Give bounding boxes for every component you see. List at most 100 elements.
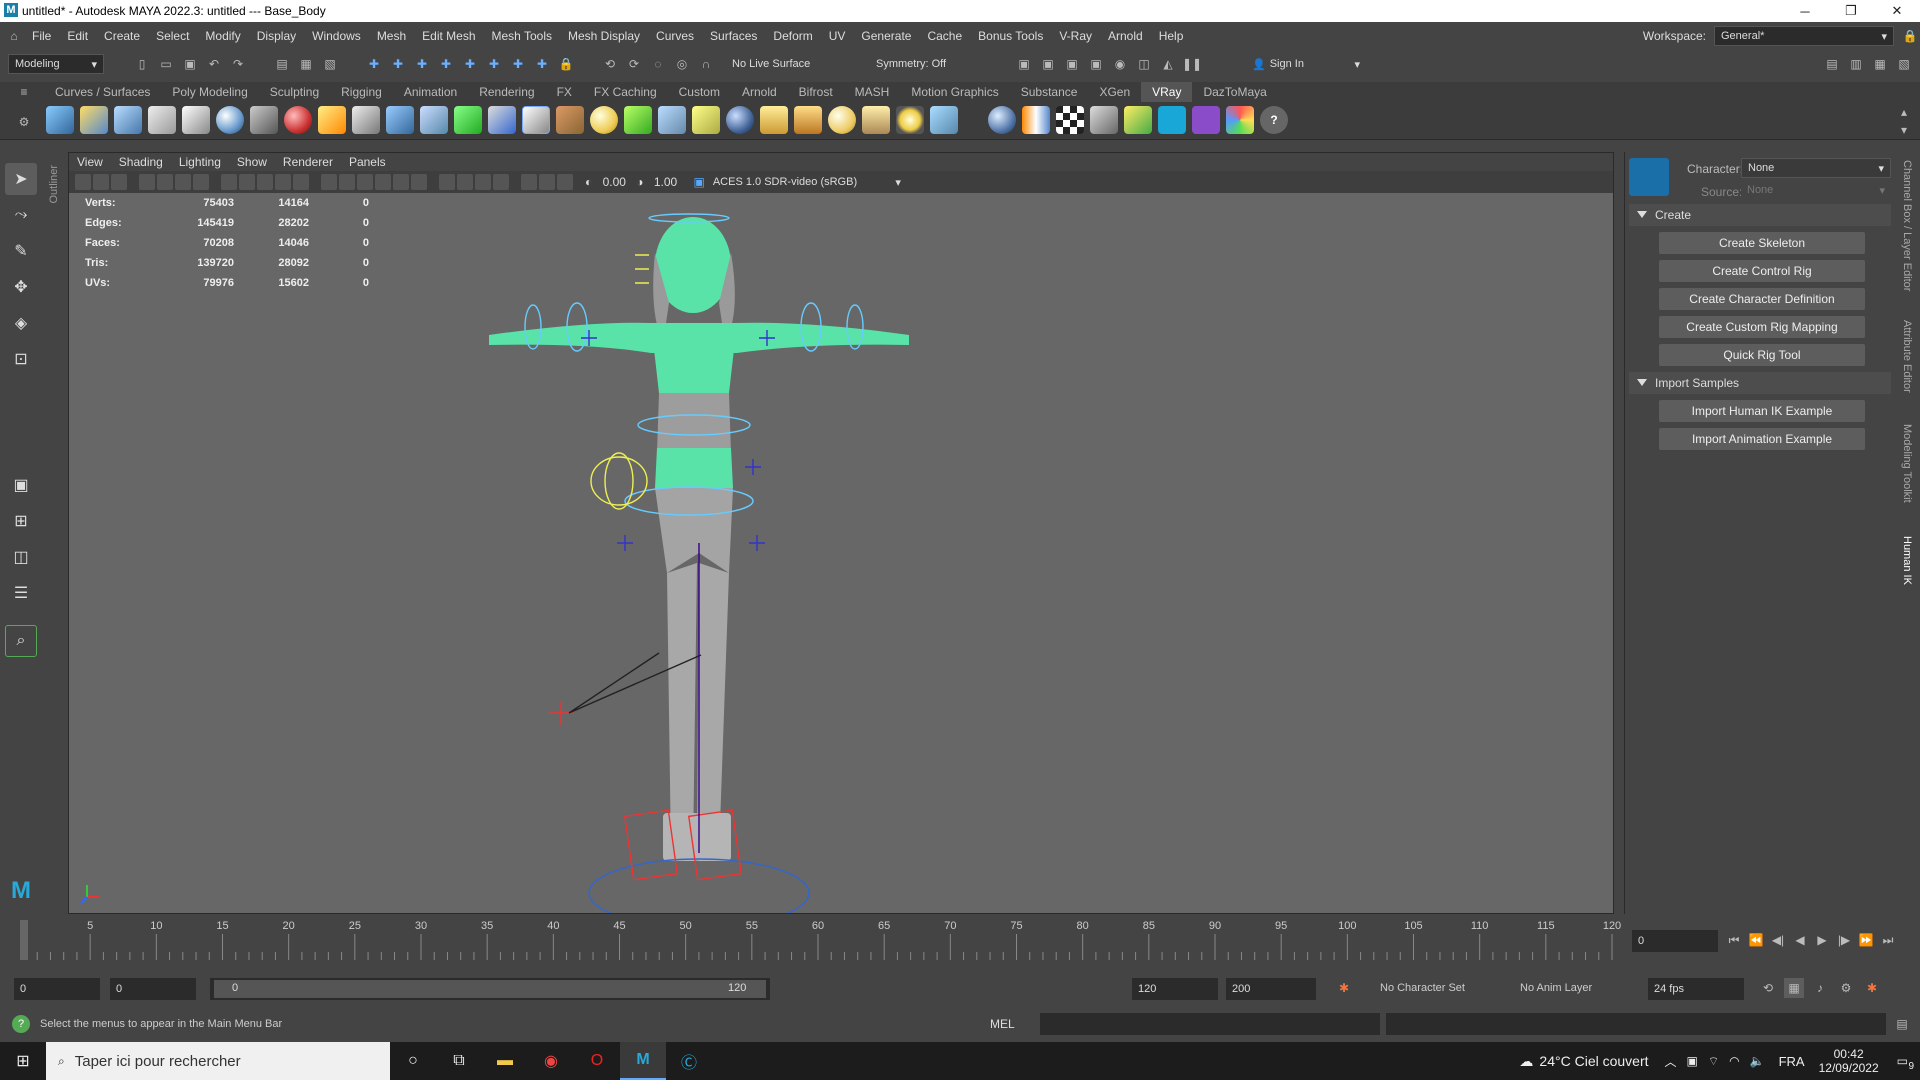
vray-spot-light-icon[interactable] [794, 106, 822, 134]
vray-render-icon[interactable] [114, 106, 142, 134]
shadows-icon[interactable] [411, 174, 427, 190]
ipr-icon[interactable]: ◎ [672, 54, 692, 74]
shelf-options-icon[interactable]: ⚙ [14, 112, 34, 132]
create-skeleton-button[interactable]: Create Skeleton [1659, 232, 1865, 254]
vray-checker-icon[interactable] [1056, 106, 1084, 134]
select-object-icon[interactable]: ▦ [296, 54, 316, 74]
vray-chaos-icon[interactable] [1192, 106, 1220, 134]
gate-mask-icon[interactable] [257, 174, 273, 190]
viewport-menu-renderer[interactable]: Renderer [275, 155, 341, 169]
menu-surfaces[interactable]: Surfaces [702, 29, 765, 43]
snap-curve-icon[interactable]: ✚ [388, 54, 408, 74]
magnet-icon[interactable]: ∩ [696, 54, 716, 74]
lock-icon[interactable]: 🔒 [1900, 26, 1920, 46]
vray-env-sphere-icon[interactable] [988, 106, 1016, 134]
snap-point-icon[interactable]: ✚ [412, 54, 432, 74]
tab-vray[interactable]: VRay [1141, 82, 1193, 102]
tab-modeling-toolkit[interactable]: Modeling Toolkit [1901, 424, 1913, 503]
use-lights-icon[interactable] [393, 174, 409, 190]
anim-layer-dropdown[interactable]: No Anim Layer [1520, 982, 1592, 994]
render-icon[interactable]: ◌ [648, 54, 668, 74]
import-human-ik-example-button[interactable]: Import Human IK Example [1659, 400, 1865, 422]
tab-fx-caching[interactable]: FX Caching [583, 85, 668, 99]
vray-fire-icon[interactable] [318, 106, 346, 134]
vray-frame-buffer-icon[interactable] [80, 106, 108, 134]
vray-curve-icon[interactable] [692, 106, 720, 134]
vray-sphere-light-icon[interactable] [590, 106, 618, 134]
menu-bonus-tools[interactable]: Bonus Tools [970, 29, 1051, 43]
vray-grass-icon[interactable] [624, 106, 652, 134]
move-tool-icon[interactable]: ✥ [5, 271, 37, 303]
menu-help[interactable]: Help [1151, 29, 1192, 43]
resolution-gate-icon[interactable] [239, 174, 255, 190]
lock-icon[interactable]: 🔒 [556, 54, 576, 74]
vray-texture-icon[interactable] [556, 106, 584, 134]
ipr-render-icon[interactable]: ▣ [1062, 54, 1082, 74]
motion-blur-icon[interactable] [457, 174, 473, 190]
notification-center-icon[interactable]: ▭ 9 [1897, 1054, 1914, 1072]
minimize-button[interactable]: ─ [1782, 0, 1828, 22]
tab-rigging[interactable]: Rigging [330, 85, 393, 99]
maximize-button[interactable]: ❐ [1828, 0, 1874, 22]
menu-mesh[interactable]: Mesh [369, 29, 414, 43]
hypershade-icon[interactable]: ◉ [1110, 54, 1130, 74]
tray-chevron-icon[interactable]: ︿ [1665, 1053, 1677, 1070]
wireframe-on-shaded-icon[interactable] [357, 174, 373, 190]
two-pane-layout-icon[interactable]: ◫ [5, 541, 37, 573]
paint-select-tool-icon[interactable]: ✎ [5, 235, 37, 267]
home-icon[interactable]: ⌂ [4, 26, 24, 46]
file-explorer-icon[interactable]: ▬ [482, 1042, 528, 1080]
grease-pencil-icon[interactable] [175, 174, 191, 190]
tab-substance[interactable]: Substance [1010, 85, 1089, 99]
scroll-up-icon[interactable]: ▴ [1894, 102, 1914, 122]
loop-icon[interactable]: ⟲ [1758, 978, 1778, 998]
new-scene-icon[interactable]: ▯ [132, 54, 152, 74]
playback-start-field[interactable]: 0 [110, 978, 196, 1000]
step-forward-frame-icon[interactable]: |▶ [1834, 930, 1854, 950]
cache-playback-icon[interactable]: ▦ [1784, 978, 1804, 998]
menu-cache[interactable]: Cache [919, 29, 970, 43]
tab-rendering[interactable]: Rendering [468, 85, 545, 99]
close-button[interactable]: ✕ [1874, 0, 1920, 22]
auto-key-icon[interactable]: ✱ [1334, 978, 1354, 998]
network-icon[interactable]: ⌔ [1708, 1054, 1719, 1069]
layout-icon[interactable]: ▥ [1846, 54, 1866, 74]
input-output-icon[interactable]: ⟲ [600, 54, 620, 74]
vray-volume-icon[interactable] [488, 106, 516, 134]
color-management-icon[interactable]: ▣ [694, 175, 705, 189]
scene-start-field[interactable]: 0 [14, 978, 100, 1000]
create-section-header[interactable]: Create [1629, 204, 1891, 226]
snap-edge-icon[interactable]: ✚ [508, 54, 528, 74]
snap-surface-icon[interactable]: ✚ [460, 54, 480, 74]
weather-icon[interactable]: ☁ [1519, 1053, 1533, 1070]
scene-3d[interactable] [69, 193, 1613, 913]
2d-pan-icon[interactable] [157, 174, 173, 190]
vray-sun-icon[interactable] [896, 106, 924, 134]
menu-select[interactable]: Select [148, 29, 197, 43]
menu-uv[interactable]: UV [821, 29, 854, 43]
menu-arnold[interactable]: Arnold [1100, 29, 1151, 43]
snap-vertex-icon[interactable]: ✚ [484, 54, 504, 74]
vray-color-icon[interactable] [1022, 106, 1050, 134]
menu-mesh-tools[interactable]: Mesh Tools [484, 29, 560, 43]
tab-animation[interactable]: Animation [393, 85, 468, 99]
bookmark-icon[interactable] [111, 174, 127, 190]
menu-modify[interactable]: Modify [197, 29, 248, 43]
scale-tool-icon[interactable]: ⊡ [5, 343, 37, 375]
viewport-menu-shading[interactable]: Shading [111, 155, 171, 169]
source-dropdown[interactable]: None ▾ [1741, 180, 1891, 200]
hik-character-icon[interactable] [1629, 158, 1669, 196]
rotate-tool-icon[interactable]: ◈ [5, 307, 37, 339]
tab-mash[interactable]: MASH [844, 85, 901, 99]
step-forward-key-icon[interactable]: ⏩ [1856, 930, 1876, 950]
volume-icon[interactable]: 🔈 [1750, 1054, 1765, 1068]
menu-windows[interactable]: Windows [304, 29, 369, 43]
tab-human-ik[interactable]: Human IK [1901, 536, 1913, 585]
scroll-down-icon[interactable]: ▾ [1894, 120, 1914, 140]
tab-channel-box[interactable]: Channel Box / Layer Editor [1901, 160, 1913, 291]
clock[interactable]: 00:42 12/09/2022 [1819, 1047, 1879, 1075]
tab-bifrost[interactable]: Bifrost [788, 85, 844, 99]
outliner-strip[interactable]: Outliner [44, 155, 68, 915]
playback-end-field[interactable]: 120 [1132, 978, 1218, 1000]
app-taskbar-icon[interactable]: Ⓒ [666, 1042, 712, 1080]
